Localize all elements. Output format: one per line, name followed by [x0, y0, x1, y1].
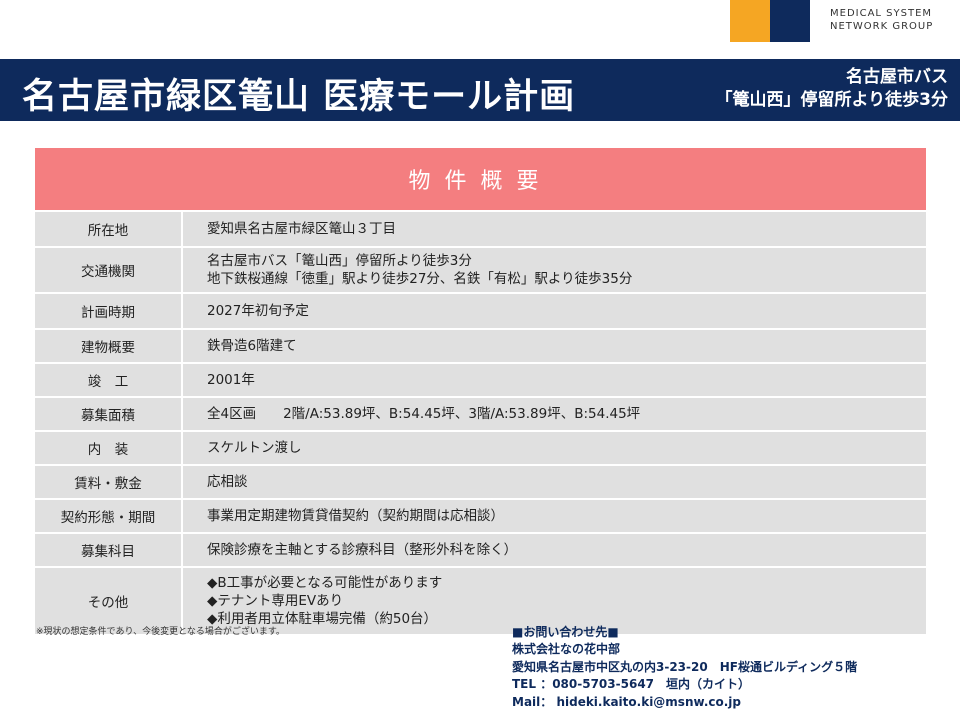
row-value-line: 名古屋市バス「篭山西」停留所より徒歩3分 — [207, 253, 472, 269]
logo-orange-square — [730, 0, 770, 42]
row-label: 建物概要 — [81, 340, 135, 356]
contact-block: ■お問い合わせ先■ 株式会社なの花中部 愛知県名古屋市中区丸の内3-23-20 … — [512, 624, 857, 711]
row-value-line: 愛知県名古屋市緑区篭山３丁目 — [207, 221, 396, 237]
row-value-line: 2027年初旬予定 — [207, 303, 309, 319]
row-value-line: ◆テナント専用EVあり — [207, 593, 344, 609]
row-value-line: 鉄骨造6階建て — [207, 338, 297, 354]
row-value: 名古屋市バス「篭山西」停留所より徒歩3分地下鉄桜通線「徳重」駅より徒歩27分、名… — [181, 248, 926, 292]
table-row: 所在地 愛知県名古屋市緑区篭山３丁目 — [35, 210, 926, 246]
table-row: 竣 工 2001年 — [35, 362, 926, 396]
row-label: 交通機関 — [81, 264, 135, 280]
row-label: 賃料・敷金 — [74, 476, 142, 492]
contact-heading: ■お問い合わせ先■ — [512, 625, 619, 639]
row-label: 所在地 — [87, 223, 129, 239]
row-value-line: 地下鉄桜通線「徳重」駅より徒歩27分、名鉄「有松」駅より徒歩35分 — [207, 271, 633, 287]
logo-line1: MEDICAL SYSTEM — [830, 8, 933, 19]
row-value: 全4区画 2階/A:53.89坪、B:54.45坪、3階/A:53.89坪、B:… — [181, 398, 926, 430]
row-value: 事業用定期建物賃貸借契約（契約期間は応相談） — [181, 500, 926, 532]
row-value-line: 保険診療を主軸とする診療科目（整形外科を除く） — [207, 542, 518, 558]
row-label: 内 装 — [87, 442, 129, 458]
contact-mail: Mail： hideki.kaito.ki@msnw.co.jp — [512, 694, 741, 709]
row-label: 竣 工 — [87, 374, 129, 390]
row-value: 鉄骨造6階建て — [181, 330, 926, 362]
contact-address: 愛知県名古屋市中区丸の内3-23-20 HF桜通ビルディング５階 — [512, 659, 858, 674]
logo-navy-square — [770, 0, 810, 42]
row-value-line: 事業用定期建物賃貸借契約（契約期間は応相談） — [207, 508, 504, 524]
table-row: 契約形態・期間 事業用定期建物賃貸借契約（契約期間は応相談） — [35, 498, 926, 532]
contact-tel: TEL ：080-5703-5647 垣内（カイト） — [512, 677, 751, 692]
table-row: 交通機関 名古屋市バス「篭山西」停留所より徒歩3分地下鉄桜通線「徳重」駅より徒歩2… — [35, 246, 926, 292]
row-value: 2027年初旬予定 — [181, 294, 926, 328]
row-value-line: 全4区画 2階/A:53.89坪、B:54.45坪、3階/A:53.89坪、B:… — [207, 406, 641, 422]
row-value-line: 2001年 — [207, 372, 255, 388]
row-value: 応相談 — [181, 466, 926, 498]
row-value: 愛知県名古屋市緑区篭山３丁目 — [181, 212, 926, 246]
property-table: 物件概要 所在地 愛知県名古屋市緑区篭山３丁目交通機関 名古屋市バス「篭山西」停留所… — [35, 148, 926, 634]
row-label: 募集科目 — [81, 544, 135, 560]
row-value-line: スケルトン渡し — [207, 440, 302, 456]
company-logo: MEDICAL SYSTEM NETWORK GROUP — [730, 0, 960, 42]
page-title: 名古屋市緑区篭山 医療モール計画 — [22, 77, 576, 117]
table-row: 賃料・敷金 応相談 — [35, 464, 926, 498]
logo-text: MEDICAL SYSTEM NETWORK GROUP — [830, 7, 933, 33]
access-summary: 名古屋市バス 「篭山西」停留所より徒歩3分 — [716, 66, 949, 112]
row-value: 保険診療を主軸とする診療科目（整形外科を除く） — [181, 534, 926, 566]
access-line1: 名古屋市バス — [846, 67, 948, 87]
table-row: 計画時期 2027年初旬予定 — [35, 292, 926, 328]
row-label: 契約形態・期間 — [60, 510, 156, 526]
table-heading: 物件概要 — [35, 148, 926, 210]
row-value: 2001年 — [181, 364, 926, 396]
table-row: 建物概要 鉄骨造6階建て — [35, 328, 926, 362]
row-label: 計画時期 — [81, 305, 135, 321]
access-line2: 「篭山西」停留所より徒歩3分 — [715, 90, 949, 110]
table-row: 募集面積 全4区画 2階/A:53.89坪、B:54.45坪、3階/A:53.89… — [35, 396, 926, 430]
logo-line2: NETWORK GROUP — [830, 21, 934, 32]
row-value: スケルトン渡し — [181, 432, 926, 464]
row-value-line: 応相談 — [207, 474, 248, 490]
header-banner: 名古屋市緑区篭山 医療モール計画 名古屋市バス 「篭山西」停留所より徒歩3分 — [0, 59, 960, 121]
contact-company: 株式会社なの花中部 — [512, 642, 621, 657]
table-row: 内 装 スケルトン渡し — [35, 430, 926, 464]
table-body: 所在地 愛知県名古屋市緑区篭山３丁目交通機関 名古屋市バス「篭山西」停留所より徒歩3… — [35, 210, 926, 634]
row-label: 募集面積 — [81, 408, 135, 424]
table-row: 募集科目 保険診療を主軸とする診療科目（整形外科を除く） — [35, 532, 926, 566]
row-value-line: ◆B工事が必要となる可能性があります — [207, 575, 443, 591]
disclaimer-note: ※現状の想定条件であり、今後変更となる場合がございます。 — [36, 627, 285, 637]
